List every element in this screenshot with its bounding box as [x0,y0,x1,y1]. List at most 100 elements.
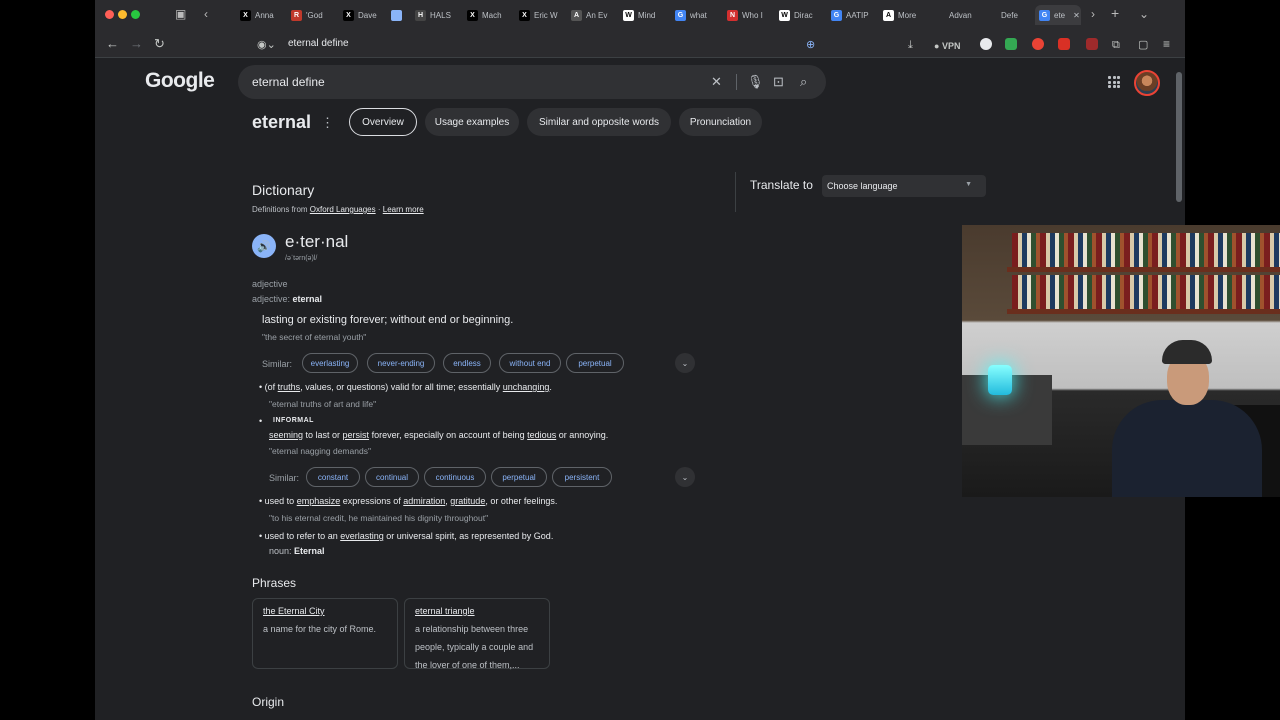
camera-lens-icon[interactable]: ⊡ [773,74,784,90]
tab-search-icon[interactable]: ▣ [175,7,186,21]
extensions-puzzle-icon[interactable]: ⧉ [1112,38,1120,52]
extension-icon[interactable] [1032,38,1044,50]
tab[interactable]: X Anna [240,5,276,25]
similar-chip[interactable]: constant [306,467,360,487]
reload-icon[interactable]: ↻ [154,37,165,51]
word-link[interactable]: emphasize [297,496,341,506]
vpn-badge[interactable]: ● VPN [934,39,960,53]
tab[interactable] [391,5,405,25]
word-link[interactable]: unchanging [503,382,550,392]
tab-active[interactable]: Gete ✕ [1035,5,1081,25]
tab[interactable]: W Mind [623,5,663,25]
avatar[interactable] [1134,70,1160,96]
word-link[interactable]: admiration [403,496,445,506]
extension-icon[interactable] [1058,38,1070,50]
expand-similar-icon[interactable]: ⌄ [675,467,695,487]
forward-icon[interactable]: → [130,37,143,51]
text: , values, or questions) valid for all ti… [300,382,503,392]
similar-chip[interactable]: persistent [552,467,612,487]
pos-word: eternal [292,294,323,304]
tab[interactable]: X Eric W [519,5,559,25]
scrollbar[interactable] [1176,72,1182,202]
google-apps-icon[interactable] [1108,76,1120,88]
speaker-icon[interactable]: 🔊 [252,234,276,258]
phrase-card[interactable]: eternal triangle a relationship between … [404,598,550,670]
tab[interactable]: N Who I [727,5,767,25]
more-options-icon[interactable]: ⋮ [321,115,334,131]
translate-page-icon[interactable]: ⊕ [806,38,815,52]
similar-chip[interactable]: perpetual [491,467,547,487]
tab-pronunciation[interactable]: Pronunciation [679,108,762,136]
close-tab-icon[interactable]: ✕ [1073,11,1080,20]
search-box[interactable]: eternal define ✕ 🎙 ⊡ ⌕ [238,65,826,99]
similar-chip[interactable]: endless [443,353,491,373]
word-link[interactable]: everlasting [340,531,384,541]
tab-usage-examples[interactable]: Usage examples [425,108,519,136]
close-window-button[interactable] [105,10,114,19]
minimize-window-button[interactable] [118,10,127,19]
word-title: eternal [252,112,312,132]
tab-list-chevron-icon[interactable]: ⌄ [1139,7,1149,21]
back-icon[interactable]: ← [106,37,119,51]
similar-chip[interactable]: without end [499,353,561,373]
extension-icon[interactable] [1005,38,1017,50]
phrase-term[interactable]: eternal triangle [415,606,539,616]
extension-icon[interactable] [980,38,992,50]
download-icon[interactable]: ⤓ [908,38,913,52]
word-link[interactable]: persist [343,430,370,440]
oxford-link[interactable]: Oxford Languages [310,205,376,214]
text: forever, especially on account of being [369,430,528,440]
learn-more-link[interactable]: Learn more [383,205,424,214]
google-g-icon: G [831,9,842,21]
similar-chip[interactable]: continual [365,467,419,487]
tab[interactable]: H HALS [415,5,455,25]
phrase-card[interactable]: the Eternal City a name for the city of … [252,598,398,669]
google-logo[interactable]: Google [145,69,215,93]
dictionary-source: Definitions from Oxford Languages · Lear… [252,205,424,214]
side-panel-icon[interactable]: ▢ [1138,38,1148,52]
similar-chip[interactable]: everlasting [302,353,358,373]
word-link[interactable]: tedious [527,430,556,440]
extension-icon[interactable] [1086,38,1098,50]
tab[interactable]: Defe [1001,5,1029,25]
tab[interactable]: X Dave [343,5,381,25]
maximize-window-button[interactable] [131,10,140,19]
similar-chip[interactable]: never-ending [367,353,435,373]
tab[interactable]: X Mach [467,5,507,25]
tab[interactable]: W Dirac [779,5,819,25]
search-input[interactable]: eternal define [252,75,325,89]
menu-icon[interactable]: ≡ [1163,37,1170,51]
pos-label: adjective: [252,294,293,304]
microphone-icon[interactable]: 🎙 [747,74,764,90]
tab[interactable]: R 'God [291,5,329,25]
scroll-tabs-left-icon[interactable]: ‹ [204,7,208,21]
text: or universal spirit, as represented by G… [383,531,554,541]
word-link[interactable]: seeming [269,430,303,440]
scroll-tabs-right-icon[interactable]: › [1091,7,1095,21]
noun-form: noun: Eternal [269,546,325,556]
language-select[interactable]: Choose language ▼ [822,175,986,197]
search-icon[interactable]: ⌕ [800,74,807,90]
tab[interactable]: A An Ev [571,5,611,25]
new-tab-icon[interactable]: + [1111,5,1119,21]
tab[interactable]: A More [883,5,927,25]
text: used to refer to an [264,531,341,541]
site-favicon-icon: R [291,9,302,21]
text: , or other feelings. [485,496,558,506]
tab-label: what [690,10,707,20]
clear-icon[interactable]: ✕ [711,74,722,90]
tab[interactable]: Gwhat [675,5,715,25]
google-g-icon: G [675,9,686,21]
expand-similar-icon[interactable]: ⌄ [675,353,695,373]
address-bar[interactable]: eternal define [288,38,349,49]
tab[interactable]: Advan [949,5,979,25]
similar-chip[interactable]: perpetual [566,353,624,373]
tab-overview[interactable]: Overview [349,108,417,136]
tab[interactable]: G AATIP [831,5,875,25]
word-link[interactable]: gratitude [450,496,485,506]
tab-similar-opposite[interactable]: Similar and opposite words [527,108,671,136]
word-link[interactable]: truths [278,382,301,392]
similar-chip[interactable]: continuous [424,467,486,487]
phrase-term[interactable]: the Eternal City [263,606,387,616]
site-info-icon[interactable]: ◉⌄ [257,38,276,52]
